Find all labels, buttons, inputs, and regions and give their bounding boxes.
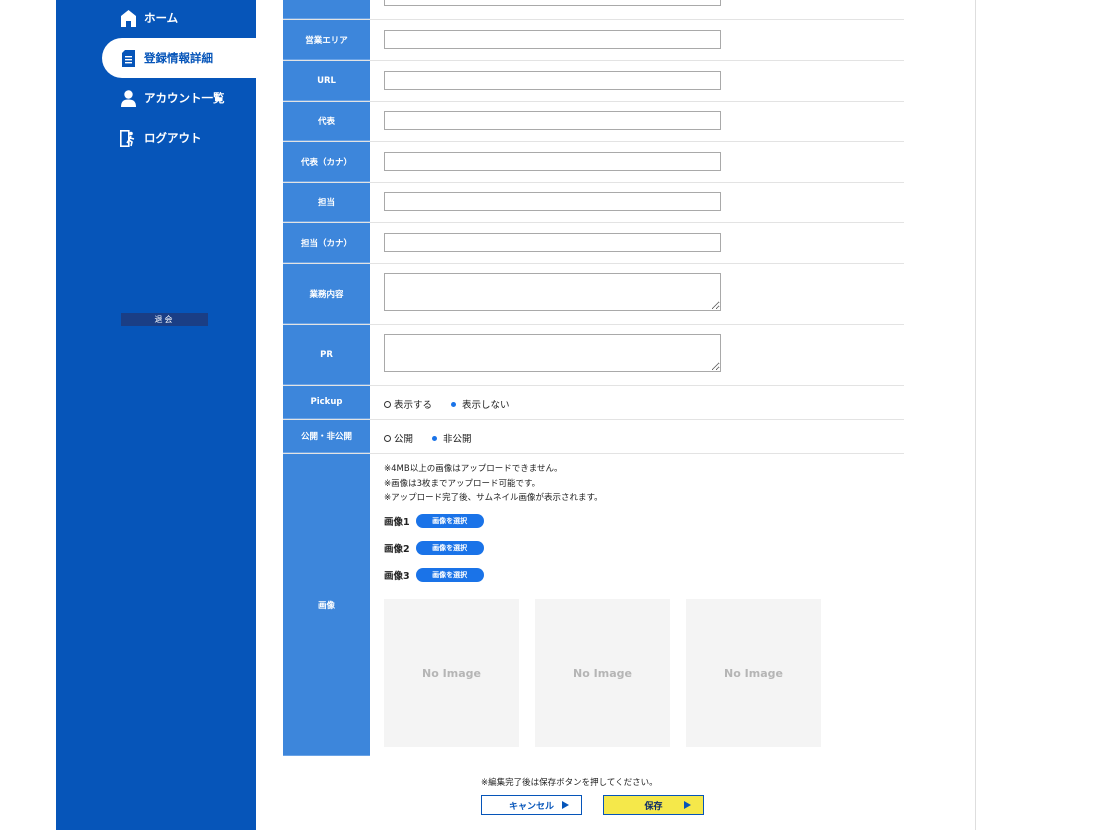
row-label: 公開・非公開: [283, 420, 370, 453]
select-image-3-button[interactable]: 画像を選択: [415, 568, 484, 582]
row-label: [283, 0, 370, 19]
contact-input[interactable]: [384, 192, 721, 211]
representative-kana-input[interactable]: [384, 152, 721, 171]
form-row-images: 画像 ※4MB以上の画像はアップロードできません。 ※画像は3枚までアップロード…: [283, 454, 904, 756]
image-slot-label: 画像1: [384, 517, 410, 528]
row-label: URL: [283, 61, 370, 101]
form-row-representative: 代表: [283, 102, 904, 142]
visibility-private-radio[interactable]: 非公開: [428, 431, 472, 445]
image-notes: ※4MB以上の画像はアップロードできません。 ※画像は3枚までアップロード可能で…: [384, 462, 603, 506]
arrow-right-icon: [562, 801, 569, 809]
form-row-pickup: Pickup 表示する 表示しない: [283, 386, 904, 420]
image-slot-1: 画像1 画像を選択: [384, 514, 484, 528]
pr-textarea[interactable]: [384, 334, 721, 372]
visibility-radio-group: 公開 非公開: [384, 431, 487, 445]
image-slot-label: 画像3: [384, 571, 410, 582]
sidebar-item-account-list[interactable]: アカウント一覧: [56, 80, 256, 116]
arrow-right-icon: [684, 801, 691, 809]
form-row-contact-kana: 担当（カナ）: [283, 223, 904, 264]
form-row-pr: PR: [283, 325, 904, 386]
row-label: PR: [283, 325, 370, 385]
radio-unchecked-icon: [384, 400, 391, 408]
pickup-hide-radio[interactable]: 表示しない: [447, 397, 510, 411]
image-note: ※アップロード完了後、サムネイル画像が表示されます。: [384, 493, 603, 503]
cancel-label: キャンセル: [508, 801, 554, 812]
select-image-1-button[interactable]: 画像を選択: [415, 514, 484, 528]
footer-note: ※編集完了後は保存ボタンを押してください。: [481, 778, 658, 788]
radio-unchecked-icon: [384, 434, 391, 442]
sidebar-item-registration-detail[interactable]: 登録情報詳細: [102, 38, 256, 78]
row-label: 代表: [283, 102, 370, 141]
row-label: 代表（カナ）: [283, 142, 370, 182]
withdraw-button[interactable]: 退会: [121, 313, 208, 326]
row-label: 営業エリア: [283, 20, 370, 60]
select-image-2-button[interactable]: 画像を選択: [415, 541, 484, 555]
form-row-area: 営業エリア: [283, 20, 904, 61]
image-slot-2: 画像2 画像を選択: [384, 541, 484, 555]
row-label: 画像: [283, 454, 370, 756]
row-label: 業務内容: [283, 264, 370, 324]
sidebar-item-label: 登録情報詳細: [144, 51, 213, 65]
content-border: [975, 0, 976, 830]
form-row-business: 業務内容: [283, 264, 904, 325]
cancel-button[interactable]: キャンセル: [481, 795, 582, 815]
image-thumbnail-3: No Image: [686, 599, 821, 747]
user-icon: [120, 89, 136, 107]
radio-label: 表示する: [394, 400, 433, 411]
image-note: ※4MB以上の画像はアップロードできません。: [384, 464, 563, 474]
form-row-contact: 担当: [283, 183, 904, 223]
image-note: ※画像は3枚までアップロード可能です。: [384, 478, 541, 489]
sidebar-item-label: ログアウト: [144, 131, 202, 145]
sales-area-input[interactable]: [384, 30, 721, 49]
pickup-radio-group: 表示する 表示しない: [384, 397, 525, 411]
save-label: 保存: [644, 801, 663, 812]
radio-label: 非公開: [443, 434, 472, 445]
document-icon: [120, 49, 136, 67]
form-row-url: URL: [283, 61, 904, 102]
sidebar-item-home[interactable]: ホーム: [56, 0, 256, 36]
form-row-visibility: 公開・非公開 公開 非公開: [283, 420, 904, 454]
home-icon: [120, 9, 136, 27]
sidebar-item-logout[interactable]: ログアウト: [56, 120, 256, 156]
save-button[interactable]: 保存: [603, 795, 704, 815]
row-label: 担当: [283, 183, 370, 222]
sidebar: ホーム 登録情報詳細 アカウント一覧 ログアウト 退会: [56, 0, 256, 830]
radio-label: 表示しない: [462, 400, 510, 411]
form-row-top-partial: [283, 0, 904, 20]
sidebar-item-label: ホーム: [144, 11, 179, 25]
url-input[interactable]: [384, 71, 721, 90]
radio-label: 公開: [394, 434, 414, 445]
image-thumbnail-1: No Image: [384, 599, 519, 747]
business-textarea[interactable]: [384, 273, 721, 311]
form-row-representative-kana: 代表（カナ）: [283, 142, 904, 183]
row-label: 担当（カナ）: [283, 223, 370, 263]
previous-textarea[interactable]: [384, 0, 721, 6]
visibility-public-radio[interactable]: 公開: [384, 431, 413, 445]
pickup-show-radio[interactable]: 表示する: [384, 397, 432, 411]
sidebar-item-label: アカウント一覧: [144, 91, 225, 105]
radio-checked-icon: [451, 401, 457, 407]
row-label: Pickup: [283, 386, 370, 419]
contact-kana-input[interactable]: [384, 233, 721, 252]
radio-checked-icon: [432, 435, 438, 441]
image-slot-label: 画像2: [384, 544, 410, 555]
representative-input[interactable]: [384, 111, 721, 130]
exit-icon: [120, 129, 136, 147]
image-thumbnail-2: No Image: [535, 599, 670, 747]
image-slot-3: 画像3 画像を選択: [384, 568, 484, 582]
